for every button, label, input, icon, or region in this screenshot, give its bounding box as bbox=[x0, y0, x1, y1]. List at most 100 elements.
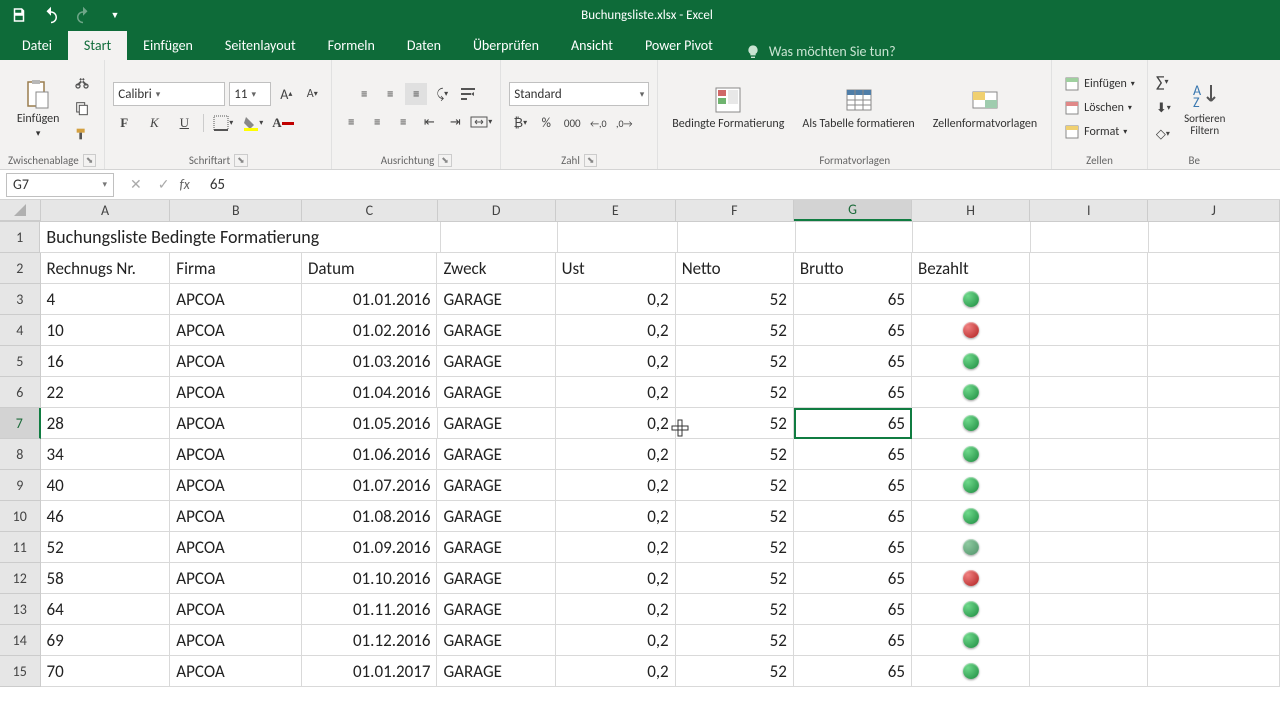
clear-icon[interactable]: ◇▾ bbox=[1156, 123, 1170, 145]
row-header-13[interactable]: 13 bbox=[0, 594, 41, 625]
cell-F4[interactable]: 52 bbox=[676, 315, 794, 346]
cell-E12[interactable]: 0,2 bbox=[556, 563, 676, 594]
alignment-dialog-launcher[interactable]: ⬊ bbox=[438, 154, 452, 167]
cell-A3[interactable]: 4 bbox=[41, 284, 171, 315]
number-dialog-launcher[interactable]: ⬊ bbox=[584, 154, 598, 167]
cell-D13[interactable]: GARAGE bbox=[437, 594, 555, 625]
cell-H3[interactable] bbox=[912, 284, 1030, 315]
cell-E14[interactable]: 0,2 bbox=[556, 625, 676, 656]
cell-G4[interactable]: 65 bbox=[794, 315, 912, 346]
cell-I4[interactable] bbox=[1030, 315, 1148, 346]
number-format-combo[interactable]: Standard ▾ bbox=[509, 82, 649, 106]
cell-I3[interactable] bbox=[1030, 284, 1148, 315]
cell-F3[interactable]: 52 bbox=[676, 284, 794, 315]
cell-F1[interactable] bbox=[678, 222, 796, 253]
row-header-2[interactable]: 2 bbox=[0, 253, 41, 284]
cell-C2[interactable]: Datum bbox=[302, 253, 438, 284]
align-left-icon[interactable]: ≡ bbox=[340, 111, 362, 133]
cell-H6[interactable] bbox=[912, 377, 1030, 408]
cell-I9[interactable] bbox=[1030, 470, 1148, 501]
cell-I12[interactable] bbox=[1030, 563, 1148, 594]
cell-E2[interactable]: Ust bbox=[556, 253, 676, 284]
cell-J5[interactable] bbox=[1148, 346, 1280, 377]
cell-E3[interactable]: 0,2 bbox=[556, 284, 676, 315]
cell-C8[interactable]: 01.06.2016 bbox=[302, 439, 438, 470]
cell-G10[interactable]: 65 bbox=[794, 501, 912, 532]
font-dialog-launcher[interactable]: ⬊ bbox=[234, 154, 248, 167]
cell-B8[interactable]: APCOA bbox=[170, 439, 302, 470]
insert-cells-button[interactable]: Einfügen ▾ bbox=[1060, 74, 1139, 94]
cell-F5[interactable]: 52 bbox=[676, 346, 794, 377]
cell-E1[interactable] bbox=[558, 222, 678, 253]
cell-F9[interactable]: 52 bbox=[676, 470, 794, 501]
cell-C7[interactable]: 01.05.2016 bbox=[302, 408, 438, 439]
paste-button[interactable]: Einfügen ▾ bbox=[11, 74, 66, 143]
cell-A12[interactable]: 58 bbox=[41, 563, 171, 594]
cell-I13[interactable] bbox=[1030, 594, 1148, 625]
cell-C3[interactable]: 01.01.2016 bbox=[302, 284, 438, 315]
cell-G14[interactable]: 65 bbox=[794, 625, 912, 656]
cell-F7[interactable]: 52 bbox=[676, 408, 794, 439]
cell-H15[interactable] bbox=[912, 656, 1030, 687]
cell-A9[interactable]: 40 bbox=[41, 470, 171, 501]
cell-F10[interactable]: 52 bbox=[676, 501, 794, 532]
delete-cells-button[interactable]: Löschen ▾ bbox=[1060, 98, 1136, 118]
cell-H10[interactable] bbox=[912, 501, 1030, 532]
font-color-icon[interactable]: A bbox=[272, 112, 294, 134]
cell-F6[interactable]: 52 bbox=[676, 377, 794, 408]
cell-A10[interactable]: 46 bbox=[41, 501, 171, 532]
cell-D4[interactable]: GARAGE bbox=[437, 315, 555, 346]
fx-icon[interactable]: fx bbox=[179, 176, 201, 193]
cell-D3[interactable]: GARAGE bbox=[437, 284, 555, 315]
cell-J3[interactable] bbox=[1148, 284, 1280, 315]
tab-powerpivot[interactable]: Power Pivot bbox=[629, 31, 729, 60]
cell-E15[interactable]: 0,2 bbox=[556, 656, 676, 687]
format-as-table-button[interactable]: Als Tabelle formatieren bbox=[796, 80, 920, 135]
cut-icon[interactable] bbox=[71, 71, 93, 93]
cell-B3[interactable]: APCOA bbox=[170, 284, 302, 315]
cell-B6[interactable]: APCOA bbox=[170, 377, 302, 408]
format-cells-button[interactable]: Format ▾ bbox=[1060, 122, 1131, 142]
bold-icon[interactable]: F bbox=[113, 112, 135, 134]
cell-E4[interactable]: 0,2 bbox=[556, 315, 676, 346]
tab-insert[interactable]: Einfügen bbox=[127, 31, 209, 60]
cell-G9[interactable]: 65 bbox=[794, 470, 912, 501]
cell-A4[interactable]: 10 bbox=[41, 315, 171, 346]
cell-A5[interactable]: 16 bbox=[41, 346, 171, 377]
tab-review[interactable]: Überprüfen bbox=[457, 31, 555, 60]
cell-A14[interactable]: 69 bbox=[41, 625, 171, 656]
row-header-14[interactable]: 14 bbox=[0, 625, 41, 656]
name-box[interactable]: G7 ▾ bbox=[6, 173, 114, 197]
cell-A13[interactable]: 64 bbox=[41, 594, 171, 625]
cell-H13[interactable] bbox=[912, 594, 1030, 625]
col-header-I[interactable]: I bbox=[1030, 200, 1148, 221]
cell-D6[interactable]: GARAGE bbox=[437, 377, 555, 408]
cell-F8[interactable]: 52 bbox=[676, 439, 794, 470]
increase-indent-icon[interactable]: ⇥ bbox=[444, 111, 466, 133]
accounting-format-icon[interactable]: ₿▾ bbox=[509, 112, 531, 134]
cell-I5[interactable] bbox=[1030, 346, 1148, 377]
cell-B10[interactable]: APCOA bbox=[170, 501, 302, 532]
cell-I7[interactable] bbox=[1030, 408, 1148, 439]
align-middle-icon[interactable]: ≡ bbox=[379, 83, 401, 105]
cell-G1[interactable] bbox=[796, 222, 914, 253]
enter-formula-icon[interactable]: ✓ bbox=[158, 176, 170, 193]
cell-F13[interactable]: 52 bbox=[676, 594, 794, 625]
cell-H12[interactable] bbox=[912, 563, 1030, 594]
cell-J14[interactable] bbox=[1148, 625, 1280, 656]
percent-format-icon[interactable]: % bbox=[535, 112, 557, 134]
cell-E7[interactable]: 0,2 bbox=[556, 408, 676, 439]
cell-H11[interactable] bbox=[912, 532, 1030, 563]
cell-C6[interactable]: 01.04.2016 bbox=[302, 377, 438, 408]
decrease-indent-icon[interactable]: ⇤ bbox=[418, 111, 440, 133]
clipboard-dialog-launcher[interactable]: ⬊ bbox=[83, 154, 97, 167]
align-top-icon[interactable]: ≡ bbox=[353, 83, 375, 105]
increase-font-icon[interactable]: A▴ bbox=[275, 83, 297, 105]
col-header-J[interactable]: J bbox=[1148, 200, 1280, 221]
cell-J15[interactable] bbox=[1148, 656, 1280, 687]
orientation-icon[interactable]: ⤹▾ bbox=[431, 83, 453, 105]
col-header-E[interactable]: E bbox=[556, 200, 676, 221]
cell-D2[interactable]: Zweck bbox=[437, 253, 555, 284]
cell-I10[interactable] bbox=[1030, 501, 1148, 532]
cell-J9[interactable] bbox=[1148, 470, 1280, 501]
